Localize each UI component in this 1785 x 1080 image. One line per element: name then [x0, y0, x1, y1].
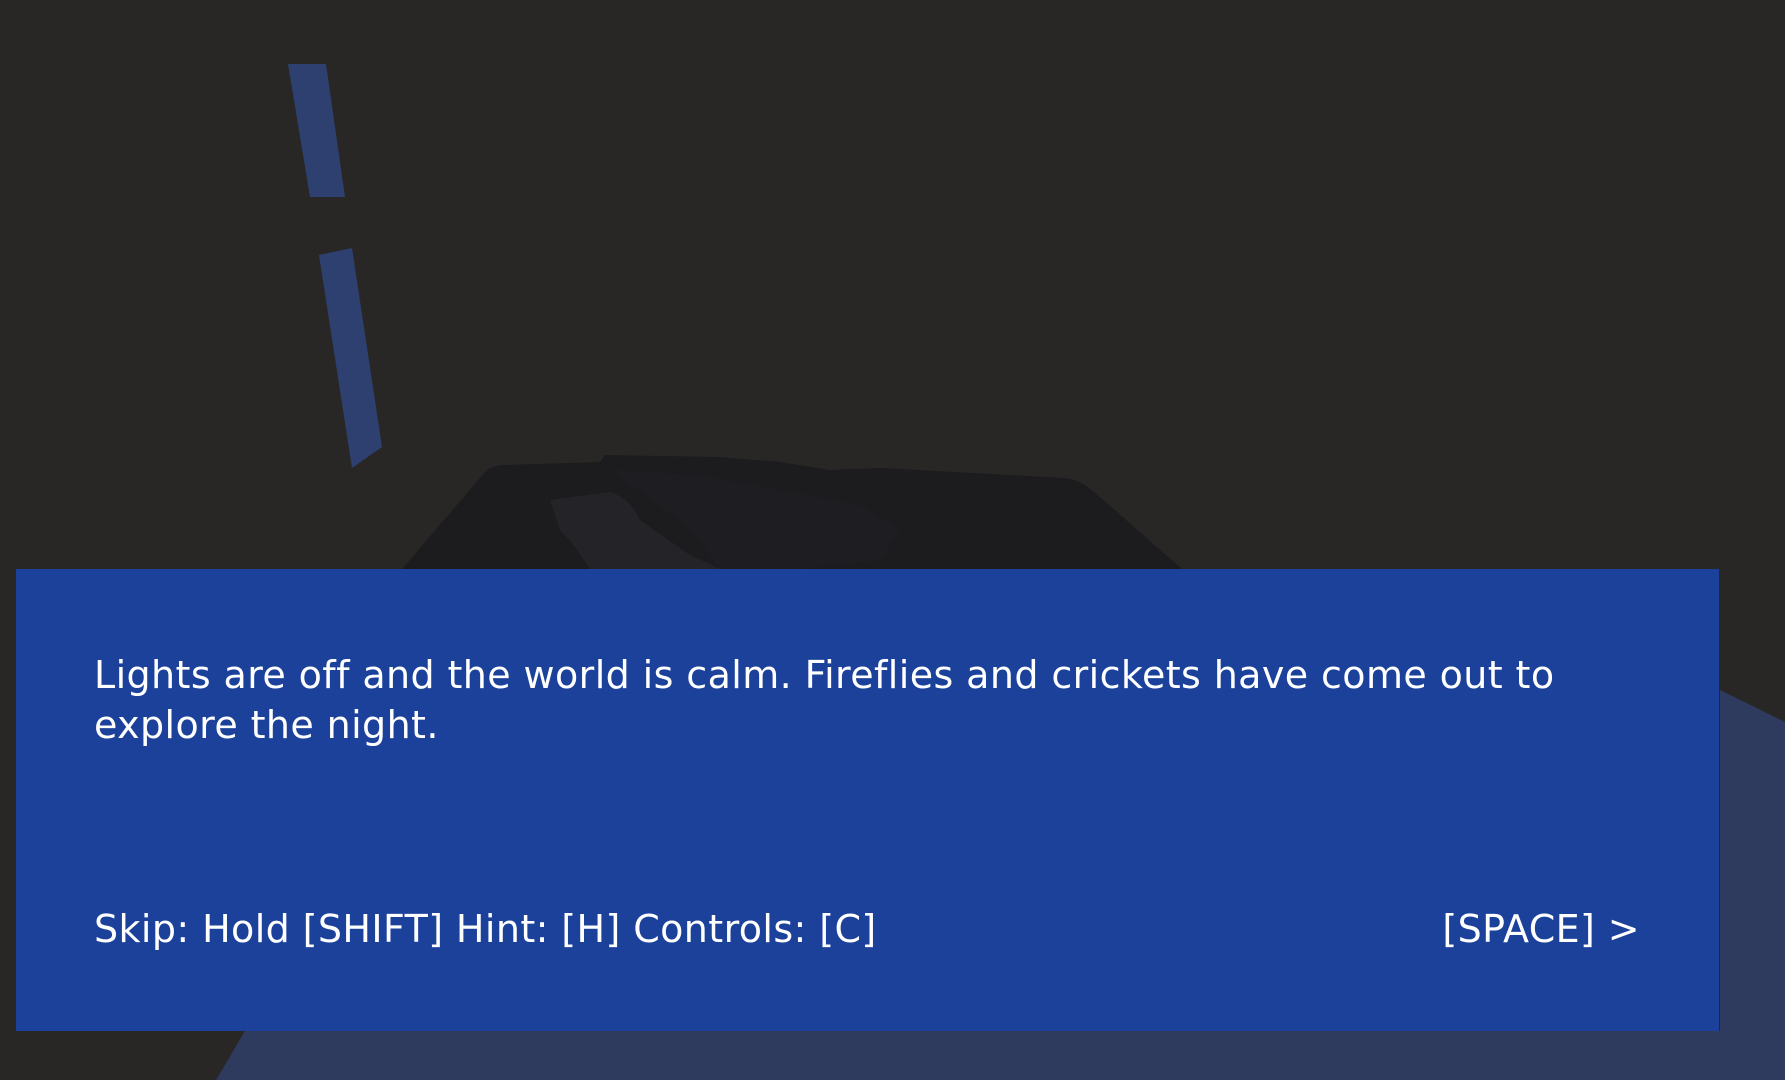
- controls-hint: Skip: Hold [SHIFT] Hint: [H] Controls: […: [94, 907, 877, 951]
- narration-text: Lights are off and the world is calm. Fi…: [94, 653, 1555, 747]
- continue-prompt[interactable]: [SPACE] >: [1442, 904, 1640, 954]
- dialog-box[interactable]: Lights are off and the world is calm. Fi…: [16, 569, 1719, 1031]
